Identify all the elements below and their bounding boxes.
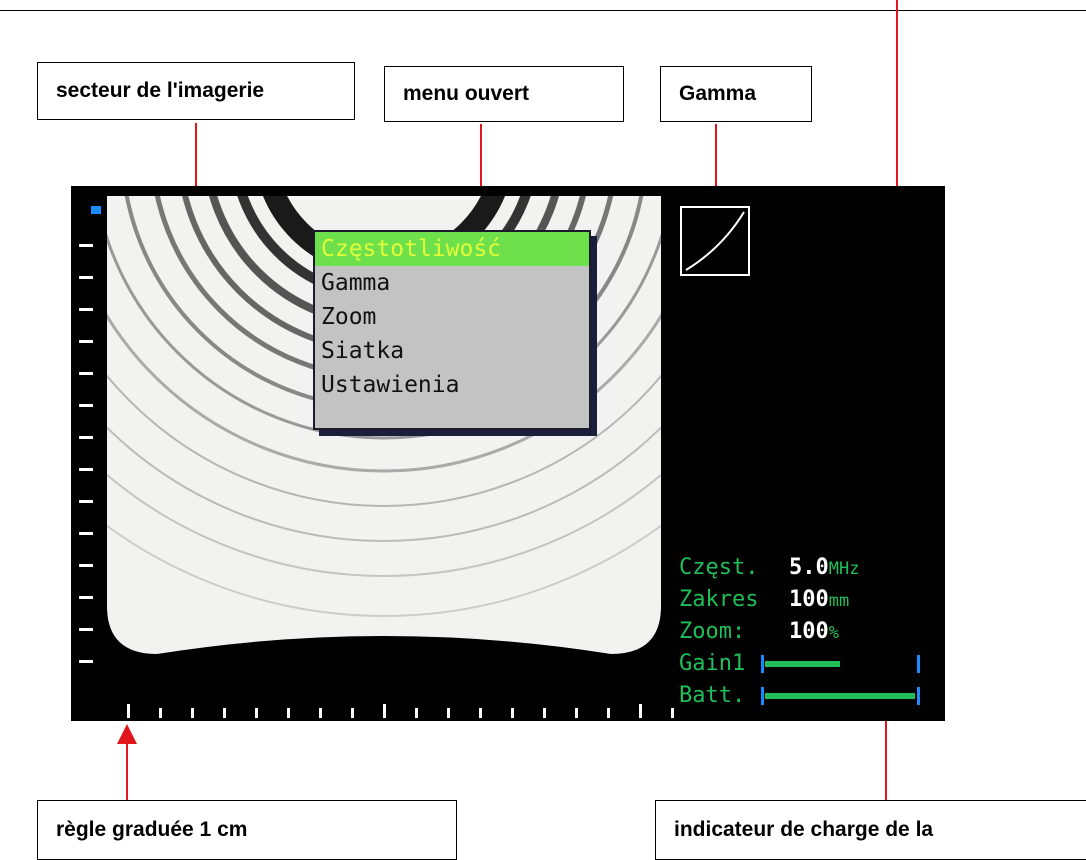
gain-bar — [765, 661, 840, 667]
ruler-tick — [79, 628, 93, 631]
menu-item-zoom[interactable]: Zoom — [315, 300, 589, 334]
ultrasound-screen: Częstotliwość Gamma Zoom Siatka Ustawien… — [71, 186, 945, 721]
range-value: 100 — [789, 587, 829, 612]
ruler-tick — [79, 468, 93, 471]
battery-level-bar — [765, 693, 915, 699]
range-label: Zakres — [679, 587, 759, 612]
bottom-ruler — [127, 704, 674, 718]
ruler-tick — [255, 708, 258, 718]
ruler-tick — [351, 708, 354, 718]
ruler-tick — [79, 308, 93, 311]
ruler-tick — [479, 708, 482, 718]
menu-item-grid[interactable]: Siatka — [315, 334, 589, 368]
menu-item-gamma[interactable]: Gamma — [315, 266, 589, 300]
ruler-tick — [79, 340, 93, 343]
ruler-tick — [319, 708, 322, 718]
ruler-tick — [127, 704, 130, 718]
battery-bar-end — [917, 687, 920, 705]
ruler-tick — [671, 708, 674, 718]
ruler-tick — [79, 660, 93, 663]
ruler-tick — [511, 708, 514, 718]
ruler-tick — [415, 708, 418, 718]
frequency-label: Częst. — [679, 555, 759, 580]
open-menu[interactable]: Częstotliwość Gamma Zoom Siatka Ustawien… — [313, 230, 591, 430]
ruler-tick — [79, 532, 93, 535]
status-zoom: Zoom: 100% — [679, 616, 939, 648]
status-frequency: Częst. 5.0MHz — [679, 552, 939, 584]
ruler-tick — [223, 708, 226, 718]
gain-bar-start — [761, 655, 764, 673]
status-range: Zakres 100mm — [679, 584, 939, 616]
zoom-label: Zoom: — [679, 619, 746, 644]
status-battery: Batt. — [679, 680, 939, 712]
ruler-top-marker — [91, 206, 101, 214]
frequency-unit: MHz — [828, 559, 860, 579]
frequency-value: 5.0 — [789, 555, 829, 580]
zoom-value: 100 — [789, 619, 829, 644]
left-depth-ruler — [79, 206, 101, 663]
ruler-tick — [447, 708, 450, 718]
ruler-tick — [79, 276, 93, 279]
gamma-curve-icon — [680, 206, 750, 276]
ruler-tick — [79, 436, 93, 439]
menu-item-frequency[interactable]: Częstotliwość — [315, 232, 589, 266]
ruler-tick — [575, 708, 578, 718]
zoom-unit: % — [828, 623, 839, 643]
ruler-tick — [79, 596, 93, 599]
ruler-tick — [79, 404, 93, 407]
ruler-tick — [383, 704, 386, 718]
ruler-tick — [159, 708, 162, 718]
menu-item-settings[interactable]: Ustawienia — [315, 368, 589, 402]
ruler-tick — [543, 708, 546, 718]
range-unit: mm — [828, 591, 850, 611]
ruler-tick — [79, 244, 93, 247]
status-gain: Gain1 — [679, 648, 939, 680]
status-panel: Częst. 5.0MHz Zakres 100mm Zoom: 100% Gain1… — [679, 552, 939, 712]
gain-bar-end — [917, 655, 920, 673]
ruler-tick — [287, 708, 290, 718]
ruler-tick — [639, 704, 642, 718]
ruler-tick — [79, 564, 93, 567]
ruler-tick — [607, 708, 610, 718]
ruler-tick — [79, 372, 93, 375]
ruler-tick — [79, 500, 93, 503]
battery-bar-start — [761, 687, 764, 705]
ruler-tick — [191, 708, 194, 718]
